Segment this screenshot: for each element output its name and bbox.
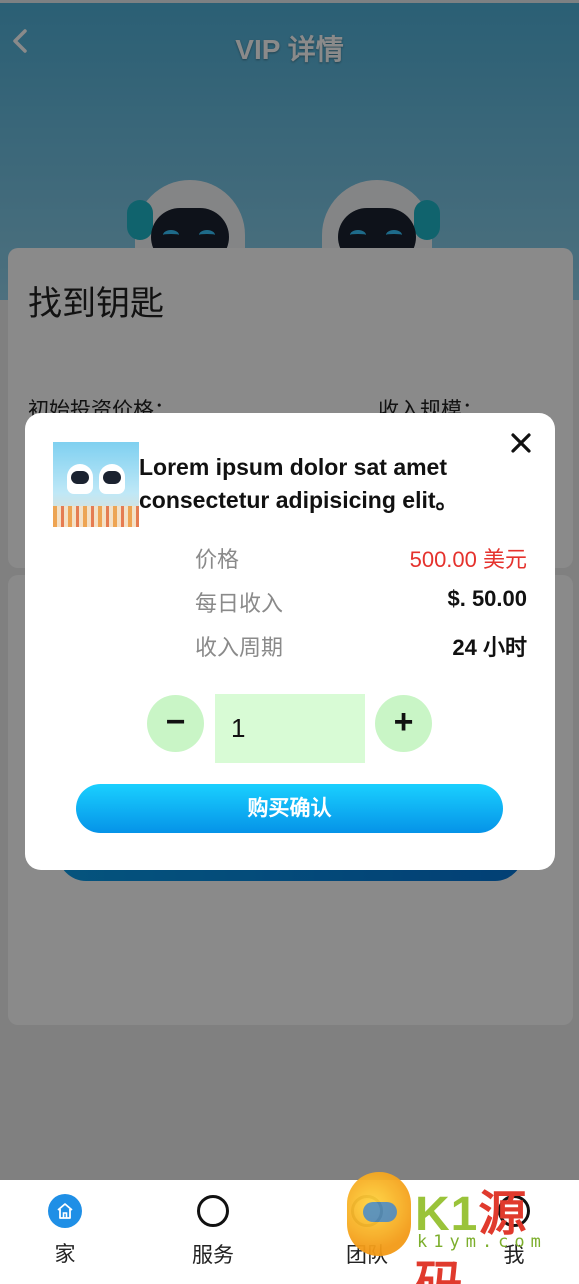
confirm-purchase-button[interactable]: 购买确认 <box>76 784 503 833</box>
quantity-decrease-button[interactable]: − <box>147 695 204 752</box>
quantity-increase-button[interactable]: + <box>375 695 432 752</box>
user-icon <box>498 1195 530 1227</box>
nav-label-service: 服务 <box>192 1244 234 1267</box>
toy-floor <box>53 506 139 527</box>
income-period-label: 收入周期 <box>195 635 284 660</box>
income-period-value: 24 小时 <box>452 635 527 660</box>
product-thumbnail <box>53 442 139 527</box>
price-label: 价格 <box>195 547 240 572</box>
nav-label-me: 我 <box>503 1244 525 1267</box>
income-period-row: 收入周期 24 小时 <box>195 630 527 660</box>
nav-item-team[interactable]: 团队 <box>312 1194 422 1269</box>
daily-income-label: 每日收入 <box>195 591 284 616</box>
home-icon <box>48 1194 82 1228</box>
robot-figure <box>99 464 125 494</box>
nav-label-home: 家 <box>54 1243 76 1266</box>
price-value: 500.00 美元 <box>409 547 527 572</box>
product-name: Lorem ipsum dolor sat amet consectetur a… <box>139 454 459 513</box>
daily-income-value: $. 50.00 <box>447 586 527 611</box>
daily-income-row: 每日收入 $. 50.00 <box>195 586 527 616</box>
robot-figure <box>67 464 93 494</box>
quantity-input[interactable] <box>215 694 365 763</box>
purchase-modal: Lorem ipsum dolor sat amet consectetur a… <box>25 413 555 870</box>
nav-item-home[interactable]: 家 <box>10 1194 120 1268</box>
circle-icon <box>197 1195 229 1227</box>
team-icon <box>351 1195 383 1227</box>
price-row: 价格 500.00 美元 <box>195 542 527 572</box>
nav-item-me[interactable]: 我 <box>459 1194 569 1269</box>
nav-label-team: 团队 <box>346 1244 388 1267</box>
bottom-nav: 家 服务 团队 我 <box>0 1180 579 1284</box>
nav-item-service[interactable]: 服务 <box>158 1194 268 1269</box>
